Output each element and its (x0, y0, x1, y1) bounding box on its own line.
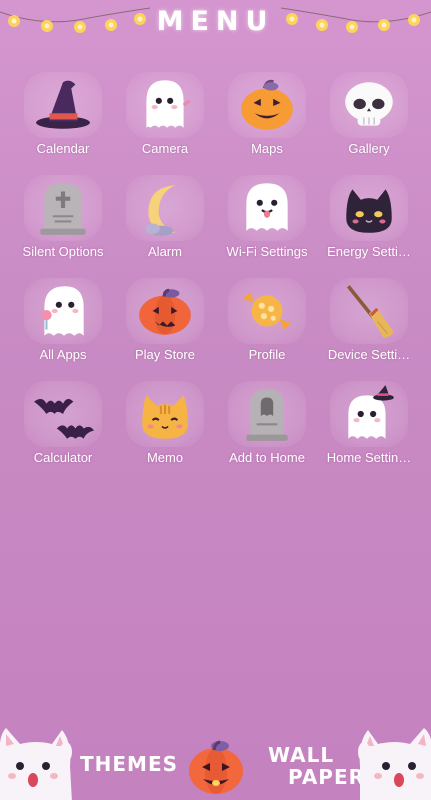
ghost-tombstone-icon (246, 389, 288, 441)
app-silent-options[interactable]: Silent Options (12, 171, 114, 274)
app-calculator[interactable]: Calculator (12, 377, 114, 480)
app-label: Device Setti… (327, 347, 411, 362)
app-label: Memo (146, 450, 184, 465)
skull-icon (345, 82, 393, 126)
tombstone-icon (40, 183, 86, 235)
black-cat-icon (346, 189, 392, 233)
app-label: Calculator (33, 450, 93, 465)
broom-icon (346, 285, 394, 338)
app-maps[interactable]: Maps (216, 68, 318, 171)
app-label: Add to Home (229, 450, 305, 465)
app-home-settings[interactable]: Home Settin… (318, 377, 420, 480)
ghost-tongue-icon (246, 183, 288, 231)
app-grid: Calendar Camera Maps Gallery Silent Opti… (12, 68, 420, 480)
jack-o-lantern-dock-icon[interactable] (186, 733, 246, 797)
app-energy-settings[interactable]: Energy Setti… (318, 171, 420, 274)
orange-cat-icon (142, 395, 188, 439)
app-label: Maps (251, 141, 283, 156)
app-calendar[interactable]: Calendar (12, 68, 114, 171)
app-label: All Apps (39, 347, 87, 362)
app-label: Silent Options (22, 244, 104, 259)
app-camera[interactable]: Camera (114, 68, 216, 171)
app-label: Camera (141, 141, 189, 156)
app-label: Calendar (36, 141, 90, 156)
app-device-settings[interactable]: Device Setti… (318, 274, 420, 377)
app-add-to-home[interactable]: Add to Home (216, 377, 318, 480)
app-alarm[interactable]: Alarm (114, 171, 216, 274)
white-cat-left-decoration (0, 728, 72, 800)
app-label: Wi-Fi Settings (226, 244, 308, 259)
app-label: Energy Setti… (327, 244, 411, 259)
ghost-witch-icon (348, 385, 394, 439)
app-all-apps[interactable]: All Apps (12, 274, 114, 377)
app-label: Play Store (135, 347, 195, 362)
app-label: Alarm (148, 244, 182, 259)
themes-button[interactable]: THEMES (80, 752, 178, 776)
app-play-store[interactable]: Play Store (114, 274, 216, 377)
pumpkin-icon (139, 288, 191, 335)
app-memo[interactable]: Memo (114, 377, 216, 480)
app-gallery[interactable]: Gallery (318, 68, 420, 171)
jack-o-lantern-icon (241, 79, 293, 130)
white-cat-right-decoration (358, 728, 431, 800)
page-title: MENU (156, 6, 275, 37)
ghost-icon (146, 80, 191, 128)
app-label: Profile (248, 347, 286, 362)
app-label: Home Settin… (326, 450, 412, 465)
app-profile[interactable]: Profile (216, 274, 318, 377)
candy-icon (242, 292, 292, 330)
crescent-moon-icon (145, 185, 176, 236)
ghost-lollipop-icon (41, 286, 84, 336)
app-label: Gallery (348, 141, 390, 156)
witch-hat-icon (36, 80, 90, 129)
app-wifi-settings[interactable]: Wi-Fi Settings (216, 171, 318, 274)
bats-icon (34, 398, 94, 439)
